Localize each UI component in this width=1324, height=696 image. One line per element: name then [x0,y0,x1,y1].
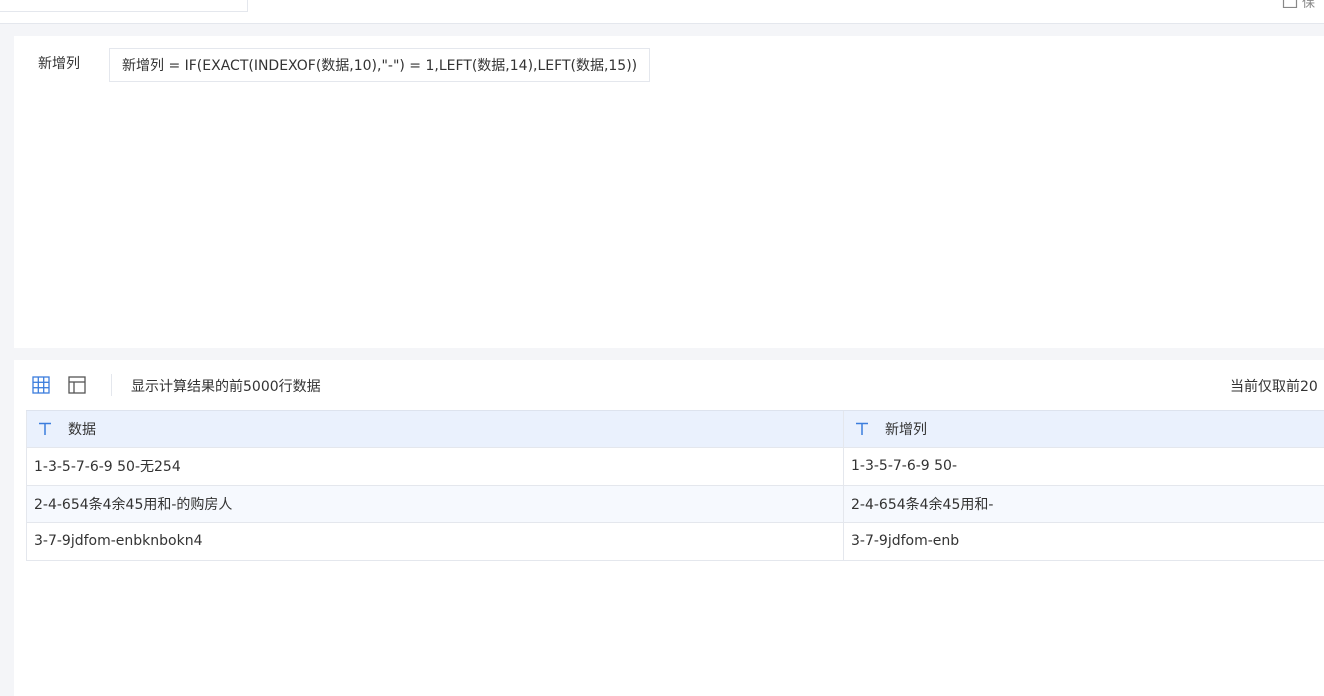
save-icon [1282,0,1298,8]
table-row: 2-4-654条4余45用和-的购房人 2-4-654条4余45用和- [26,485,1324,523]
column-header-label: 数据 [68,422,96,438]
table-cell[interactable]: 1-3-5-7-6-9 50- [844,448,1324,485]
table-cell[interactable]: 3-7-9jdfom-enbknbokn4 [27,523,844,560]
result-table: 数据 新增列 1-3-5-7-6-9 50-无254 1-3-5-7-6-9 5… [26,410,1324,561]
toolbar-divider [111,374,112,396]
layout-view-icon[interactable] [67,375,87,395]
grid-view-icon[interactable] [31,375,51,395]
row-limit-note: 当前仅取前20 [1230,379,1318,395]
result-panel: 显示计算结果的前5000行数据 当前仅取前20 数据 新增列 1-3-5-7-6… [14,360,1324,696]
table-row: 1-3-5-7-6-9 50-无254 1-3-5-7-6-9 50- [26,448,1324,486]
tab-stub[interactable] [0,0,248,12]
formula-input[interactable]: 新增列 = IF(EXACT(INDEXOF(数据,10),"-") = 1,L… [109,48,651,82]
result-info-text: 显示计算结果的前5000行数据 [131,379,321,395]
table-cell[interactable]: 3-7-9jdfom-enb [844,523,1324,560]
table-header-row: 数据 新增列 [26,411,1324,448]
column-header-data[interactable]: 数据 [27,411,844,447]
save-button[interactable]: 保 [1282,0,1324,8]
text-type-icon [36,420,54,438]
table-cell[interactable]: 2-4-654条4余45用和-的购房人 [27,485,844,522]
result-toolbar: 显示计算结果的前5000行数据 当前仅取前20 [14,360,1324,410]
formula-panel: 新增列 新增列 = IF(EXACT(INDEXOF(数据,10),"-") =… [14,36,1324,348]
table-cell[interactable]: 1-3-5-7-6-9 50-无254 [27,448,844,485]
save-button-label: 保 [1302,0,1316,8]
top-bar: 保 [0,0,1324,24]
text-type-icon [853,420,871,438]
table-row: 3-7-9jdfom-enbknbokn4 3-7-9jdfom-enb [26,523,1324,561]
column-header-label: 新增列 [885,422,927,438]
column-header-new-column[interactable]: 新增列 [844,411,1324,447]
formula-column-label: 新增列 [38,56,80,72]
table-cell[interactable]: 2-4-654条4余45用和- [844,486,1324,523]
